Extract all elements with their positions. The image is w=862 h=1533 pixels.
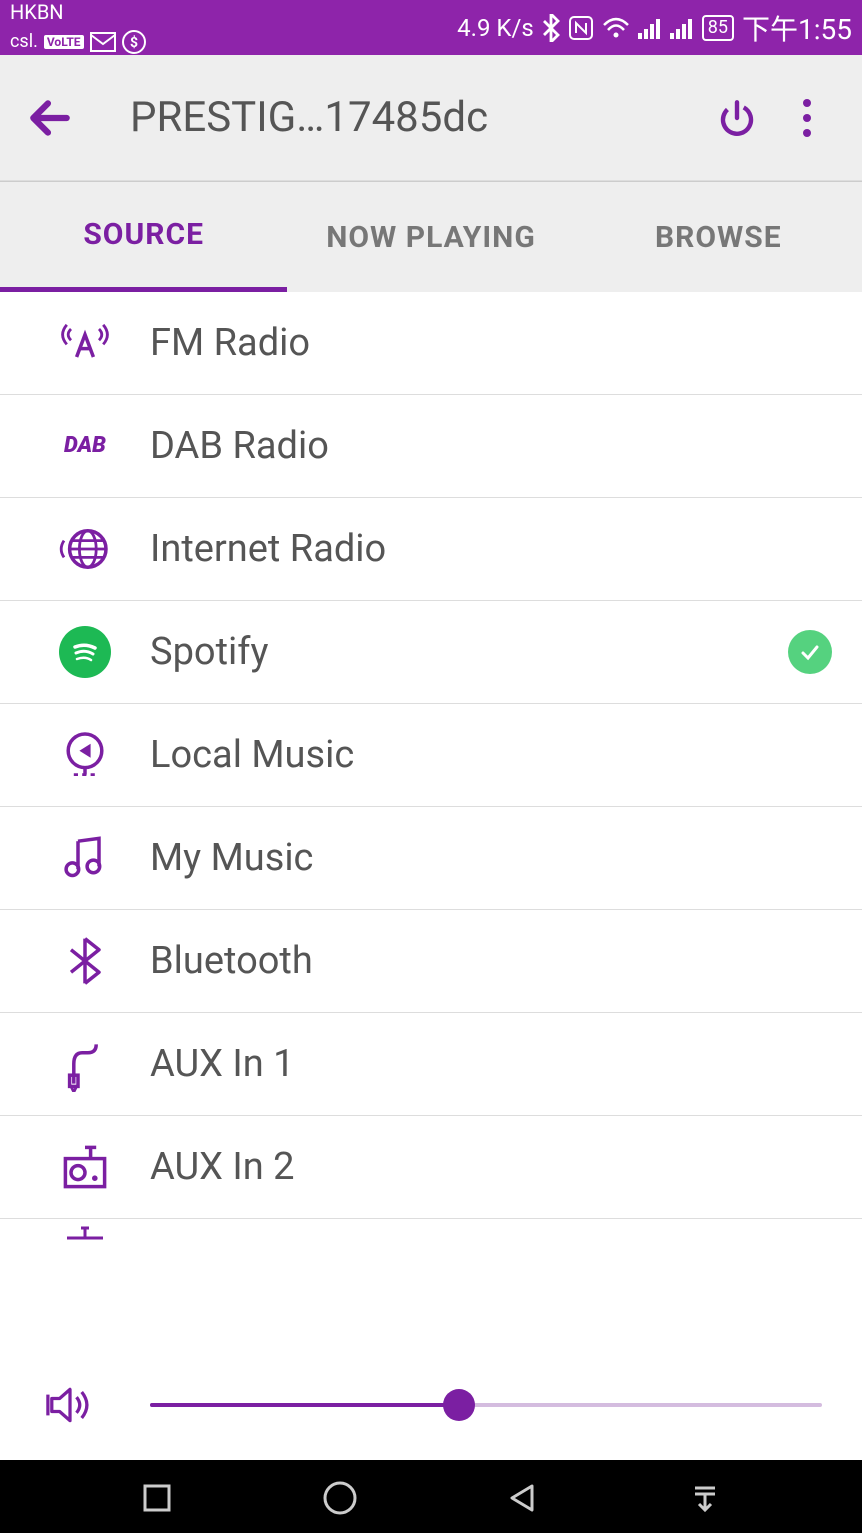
source-item-dab[interactable]: DAB DAB Radio [0,395,862,498]
status-left-row: csl. VoLTE $ [10,30,146,54]
source-item-label: AUX In 1 [150,1042,832,1086]
nav-back-button[interactable] [497,1473,547,1523]
source-item-label: Internet Radio [150,527,832,571]
signal-1-icon [638,17,662,39]
pull-down-icon [687,1480,723,1516]
square-icon [139,1480,175,1516]
circle-icon [320,1478,360,1518]
aux-jack-icon [50,1029,120,1099]
volte-badge: VoLTE [44,35,84,49]
source-item-label: DAB Radio [150,424,832,468]
notification-dollar-icon: $ [122,30,146,54]
internet-radio-icon [50,514,120,584]
source-item-internet[interactable]: Internet Radio [0,498,862,601]
carrier-top: HKBN [10,2,64,22]
bluetooth-icon [50,926,120,996]
source-item-bluetooth[interactable]: Bluetooth [0,910,862,1013]
source-item-aux2[interactable]: AUX In 2 [0,1116,862,1219]
volume-bar [0,1350,862,1460]
mail-icon [90,32,116,52]
source-item-aux1[interactable]: AUX In 1 [0,1013,862,1116]
tab-now-playing[interactable]: NOW PLAYING [287,182,574,292]
source-item-label: Spotify [150,630,788,674]
optical-icon [50,1219,120,1244]
carrier-bottom: csl. [10,33,38,51]
svg-text:DAB: DAB [64,433,106,458]
overflow-menu-button[interactable] [772,83,842,153]
android-status-bar: HKBN csl. VoLTE $ 4.9 K/s 85 下 [0,0,862,55]
source-item-optical-partial[interactable] [0,1219,862,1269]
dab-radio-icon: DAB [50,411,120,481]
source-item-fm[interactable]: FM Radio [0,292,862,395]
source-item-local[interactable]: Local Music [0,704,862,807]
tab-bar: SOURCE NOW PLAYING BROWSE [0,181,862,292]
local-music-icon [50,720,120,790]
volume-slider[interactable] [150,1403,822,1407]
nfc-icon [568,15,594,41]
status-right: 4.9 K/s 85 下午1:55 [457,8,852,48]
source-item-spotify[interactable]: Spotify [0,601,862,704]
volume-slider-thumb[interactable] [443,1389,475,1421]
source-item-label: My Music [150,836,832,880]
source-item-label: AUX In 2 [150,1145,832,1189]
back-button[interactable] [20,88,80,148]
page-title: PRESTIG…17485dc [80,93,702,142]
source-item-label: Bluetooth [150,939,832,983]
spotify-icon [50,617,120,687]
tab-browse[interactable]: BROWSE [575,182,862,292]
arrow-left-icon [25,93,75,143]
triangle-left-icon [504,1480,540,1516]
source-item-mymusic[interactable]: My Music [0,807,862,910]
battery-level: 85 [702,15,734,41]
android-nav-bar [0,1460,862,1533]
status-left: HKBN csl. VoLTE $ [10,2,146,54]
clock: 下午1:55 [742,8,852,48]
fm-radio-icon [50,308,120,378]
bluetooth-status-icon [542,14,560,42]
more-vert-icon [802,97,812,139]
data-speed: 4.9 K/s [457,14,534,42]
nav-home-button[interactable] [315,1473,365,1523]
svg-text:$: $ [130,34,138,51]
power-button[interactable] [702,83,772,153]
nav-recent-button[interactable] [132,1473,182,1523]
radio-device-icon [50,1132,120,1202]
selected-check-icon [788,630,832,674]
tab-source[interactable]: SOURCE [0,182,287,292]
source-list: FM Radio DAB DAB Radio Internet Radio Sp… [0,292,862,1350]
signal-2-icon [670,17,694,39]
source-item-label: FM Radio [150,321,832,365]
power-icon [716,97,758,139]
source-item-label: Local Music [150,733,832,777]
wifi-icon [602,17,630,39]
music-note-icon [50,823,120,893]
volume-icon[interactable] [40,1375,100,1435]
volume-slider-fill [150,1403,459,1407]
nav-notifications-button[interactable] [680,1473,730,1523]
app-bar: PRESTIG…17485dc [0,55,862,181]
